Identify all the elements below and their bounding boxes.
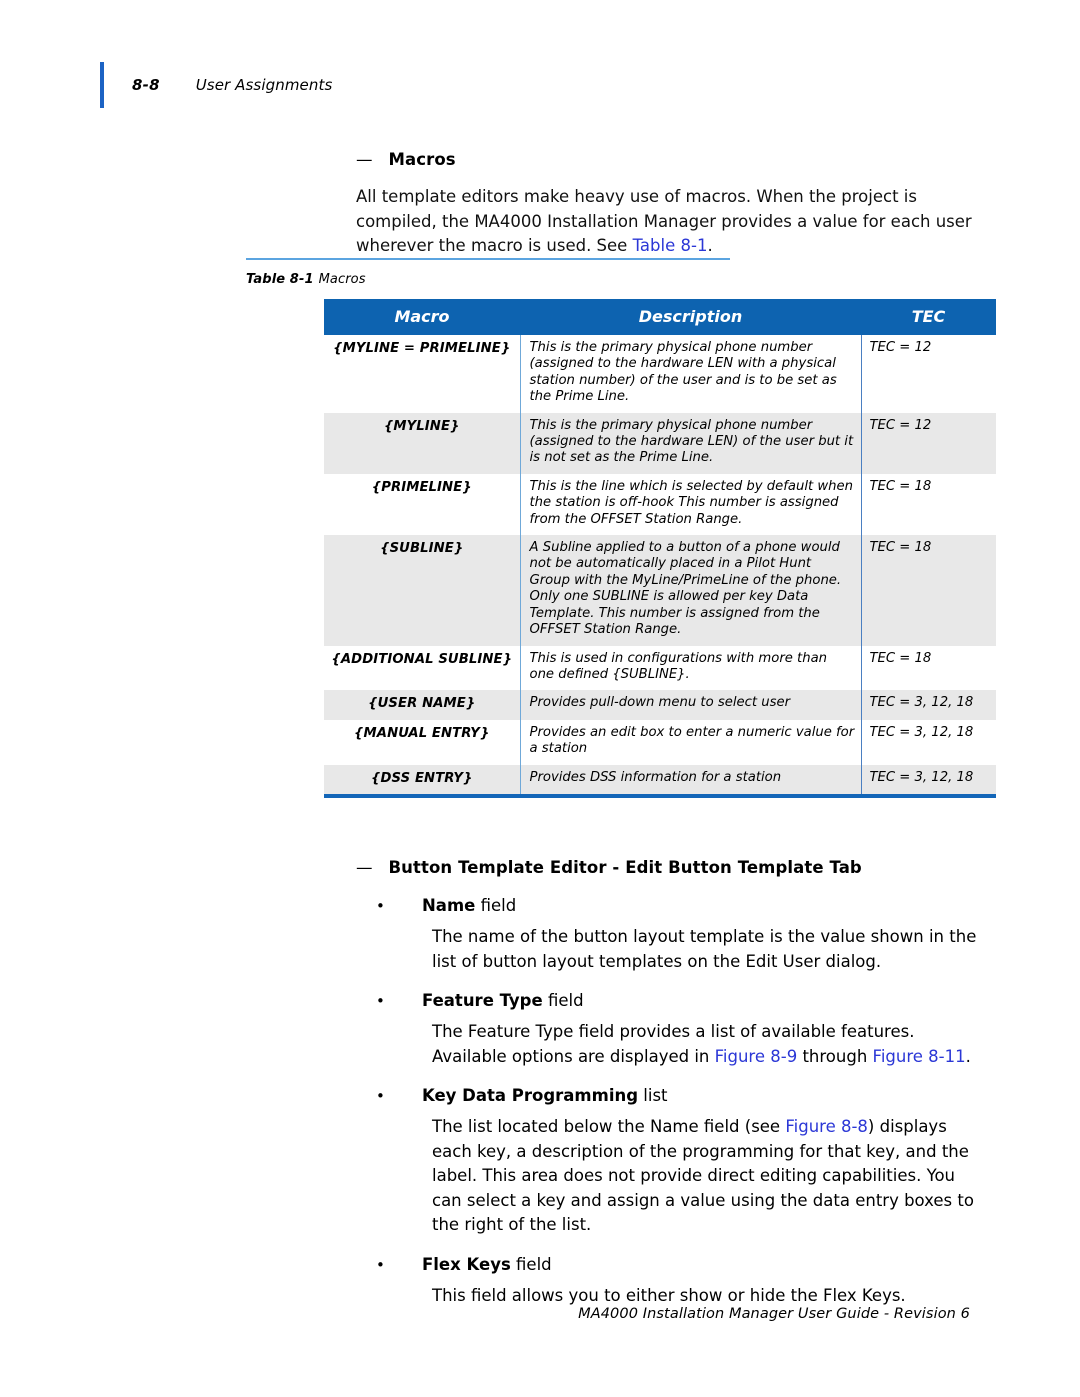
macros-table-row: {SUBLINE} A Subline applied to a button o…: [324, 535, 996, 646]
cell-macro: {DSS ENTRY}: [324, 764, 520, 796]
paragraph-name-field: The name of the button layout template i…: [432, 927, 977, 971]
bullet-suffix-name: field: [475, 896, 517, 915]
macros-table-row: {MANUAL ENTRY} Provides an edit box to en…: [324, 719, 996, 765]
section-heading-macros: — Macros: [356, 150, 980, 169]
bullet-label-feature-type: Feature Type: [422, 991, 543, 1010]
table-caption-text: Macros: [318, 272, 366, 287]
macros-table-body: {MYLINE = PRIMELINE} This is the primary …: [324, 335, 996, 796]
macros-table-row: {USER NAME} Provides pull-down menu to se…: [324, 690, 996, 720]
macros-intro-period: .: [707, 236, 713, 255]
chapter-title: User Assignments: [195, 76, 333, 94]
page-number: 8-8: [132, 76, 160, 94]
header-accent-rule: [100, 62, 104, 108]
cell-macro: {MYLINE = PRIMELINE}: [324, 335, 520, 413]
paragraph-key-data-programming: The list located below the Name field (s…: [356, 1115, 980, 1238]
section-heading-button-template-editor: — Button Template Editor - Edit Button T…: [356, 858, 980, 877]
section-heading-label: Macros: [388, 150, 456, 169]
table-caption: Table 8-1 Macros: [246, 272, 970, 287]
bullet-feature-type-field: • Feature Type field: [356, 988, 980, 1014]
figure-8-8-xref[interactable]: Figure 8-8: [785, 1117, 868, 1136]
cell-description: A Subline applied to a button of a phone…: [519, 535, 862, 646]
column-header-macro: Macro: [324, 299, 520, 335]
macros-table-head: Macro Description TEC: [324, 299, 996, 335]
cell-tec: TEC = 3, 12, 18: [861, 719, 996, 765]
key-data-text-1: The list located below the Name field (s…: [432, 1117, 786, 1136]
cell-tec: TEC = 3, 12, 18: [861, 690, 996, 720]
cell-tec: TEC = 12: [861, 412, 996, 474]
macros-table-row: {ADDITIONAL SUBLINE} This is used in conf…: [324, 645, 996, 691]
macros-table-row: {DSS ENTRY} Provides DSS information for …: [324, 764, 996, 796]
bullet-name-field: • Name field: [356, 893, 980, 919]
page-running-header: 8-8 User Assignments: [100, 60, 332, 110]
cell-macro: {USER NAME}: [324, 690, 520, 720]
cell-description: Provides an edit box to enter a numeric …: [519, 719, 862, 765]
paragraph-feature-type: The Feature Type field provides a list o…: [356, 1020, 980, 1069]
cell-macro: {MYLINE}: [324, 412, 520, 474]
caption-divider-rule: [246, 258, 730, 260]
page-footer: MA4000 Installation Manager User Guide -…: [578, 1306, 970, 1322]
cell-description: This is used in configurations with more…: [519, 645, 862, 691]
em-dash-marker-2: —: [356, 858, 373, 877]
bullet-flex-keys-field: • Flex Keys field: [356, 1252, 980, 1278]
feature-type-text-mid: through: [797, 1046, 873, 1066]
cell-macro: {SUBLINE}: [324, 535, 520, 646]
bullet-key-data-programming-list: • Key Data Programming list: [356, 1083, 980, 1109]
cell-description: Provides pull-down menu to select user: [519, 690, 862, 720]
macros-table-header-row: Macro Description TEC: [324, 299, 996, 335]
figure-8-11-xref[interactable]: Figure 8-11: [873, 1047, 966, 1066]
cell-description: This is the primary physical phone numbe…: [519, 412, 862, 474]
macros-intro-paragraph: All template editors make heavy use of m…: [356, 185, 980, 259]
feature-type-text-end: .: [965, 1046, 971, 1066]
macros-table-row: {MYLINE} This is the primary physical pho…: [324, 412, 996, 474]
column-header-description: Description: [520, 299, 861, 335]
cell-description: This is the line which is selected by de…: [519, 473, 862, 536]
bullet-dot-icon-4: •: [376, 1255, 385, 1274]
content-column: — Macros All template editors make heavy…: [356, 150, 980, 265]
cell-macro: {ADDITIONAL SUBLINE}: [324, 645, 520, 691]
bullet-suffix-flex-keys: field: [510, 1254, 552, 1274]
cell-description: This is the primary physical phone numbe…: [519, 335, 862, 413]
bullet-label-flex-keys: Flex Keys: [422, 1254, 511, 1274]
figure-8-9-xref[interactable]: Figure 8-9: [715, 1047, 798, 1066]
bullet-suffix-key-data-programming: list: [638, 1086, 668, 1105]
bullet-dot-icon-3: •: [376, 1087, 385, 1105]
cell-description: Provides DSS information for a station: [519, 764, 862, 796]
macros-table-row: {MYLINE = PRIMELINE} This is the primary …: [324, 335, 996, 413]
column-header-tec: TEC: [861, 299, 996, 335]
cell-tec: TEC = 18: [861, 535, 996, 646]
bullet-label-key-data-programming: Key Data Programming: [422, 1086, 639, 1105]
cell-tec: TEC = 12: [861, 335, 996, 413]
table-caption-label: Table 8-1: [246, 272, 314, 287]
bullet-suffix-feature-type: field: [542, 991, 584, 1010]
paragraph-flex-keys: This field allows you to either show or …: [432, 1285, 906, 1305]
em-dash-marker: —: [356, 150, 373, 169]
cell-macro: {MANUAL ENTRY}: [324, 719, 520, 765]
cell-macro: {PRIMELINE}: [324, 473, 520, 536]
bullet-label-name: Name: [422, 896, 476, 915]
macros-table-row: {PRIMELINE} This is the line which is sel…: [324, 473, 996, 536]
table-8-1-xref[interactable]: Table 8-1: [633, 236, 708, 255]
section2-heading-label: Button Template Editor - Edit Button Tem…: [388, 858, 862, 877]
cell-tec: TEC = 18: [861, 473, 996, 536]
bullet-dot-icon-2: •: [376, 992, 385, 1010]
macros-table: Macro Description TEC {MYLINE = PRIMELIN…: [324, 299, 996, 798]
cell-tec: TEC = 3, 12, 18: [861, 764, 996, 796]
table-block: Table 8-1 Macros Macro Description TEC {M…: [246, 258, 996, 798]
bullet-dot-icon: •: [376, 897, 385, 915]
cell-tec: TEC = 18: [861, 645, 996, 691]
content-column-lower: — Button Template Editor - Edit Button T…: [356, 858, 980, 1312]
